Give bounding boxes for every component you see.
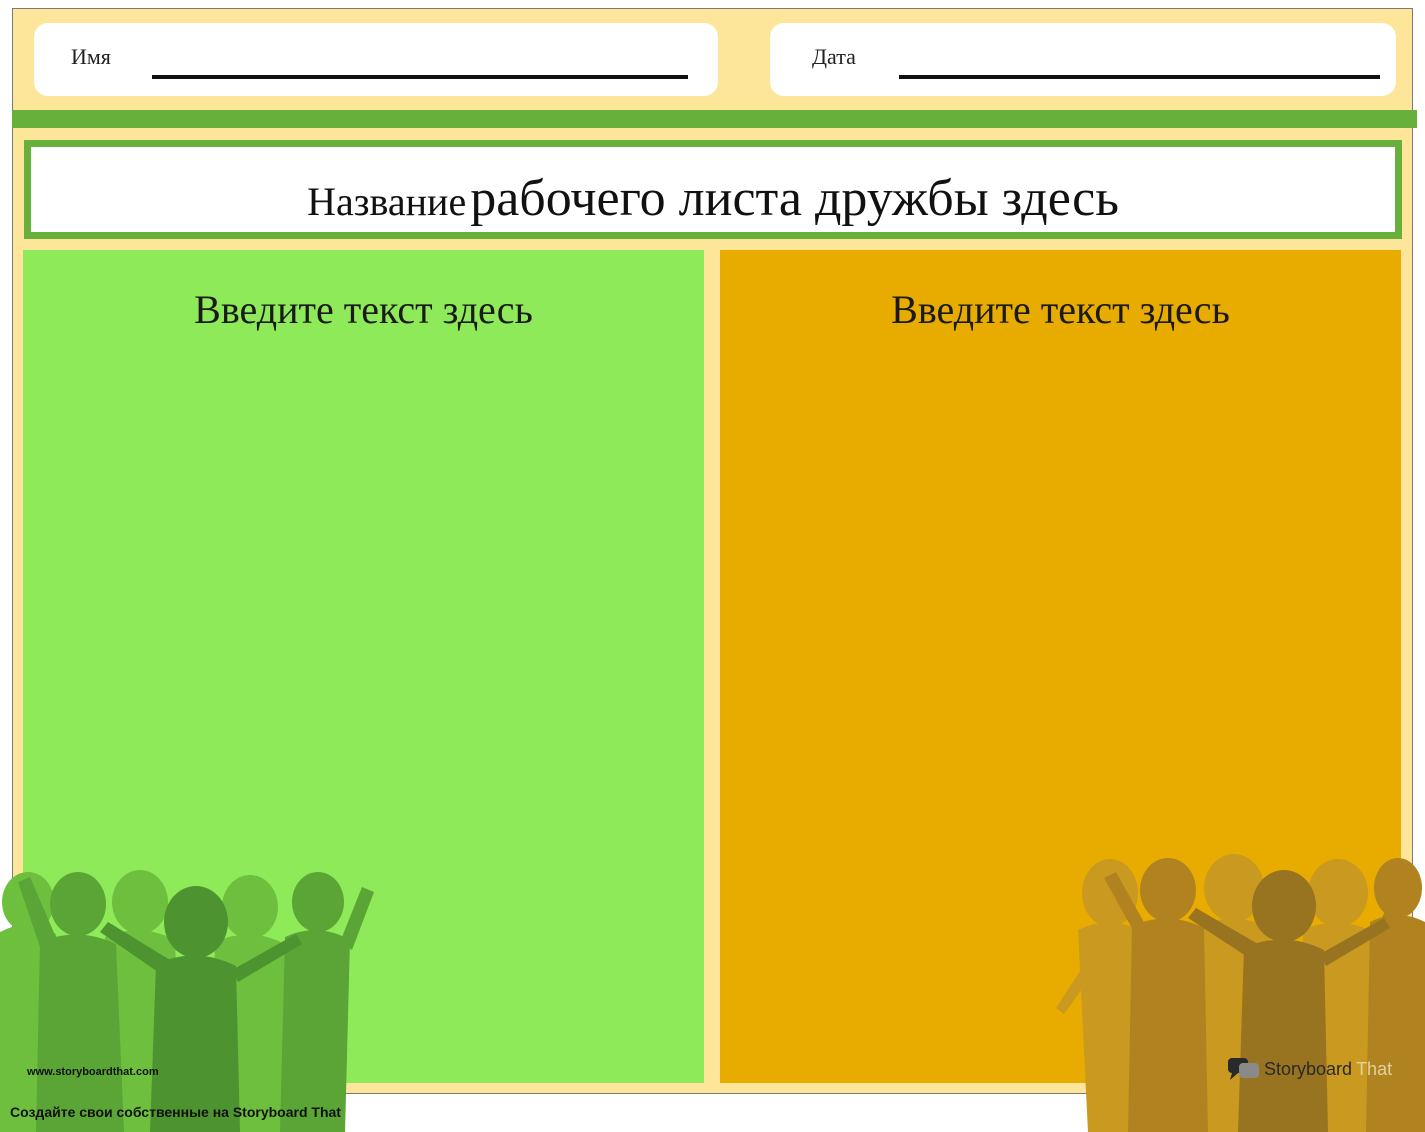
title-part-1: Название <box>307 179 467 224</box>
name-label: Имя <box>71 44 111 69</box>
storyboardthat-logo[interactable]: Storyboard That <box>1228 1057 1392 1081</box>
logo-word-that: That <box>1356 1058 1393 1079</box>
date-write-line[interactable] <box>899 75 1380 79</box>
title-part-2: рабочего листа дружбы здесь <box>470 170 1119 227</box>
left-panel-heading[interactable]: Введите текст здесь <box>23 286 704 333</box>
worksheet-title: Название рабочего листа дружбы здесь <box>307 173 1119 225</box>
date-field-box[interactable]: Дата <box>770 23 1396 96</box>
footer-credit[interactable]: Создайте свои собственные на Storyboard … <box>10 1104 341 1120</box>
right-panel-heading[interactable]: Введите текст здесь <box>720 286 1401 333</box>
footer-url[interactable]: www.storyboardthat.com <box>27 1066 159 1078</box>
name-write-line[interactable] <box>152 75 688 79</box>
friends-crowd-illustration-right <box>1056 854 1425 1132</box>
name-field-box[interactable]: Имя <box>34 23 718 96</box>
header-divider-bar <box>12 110 1417 128</box>
logo-word-storyboard: Storyboard <box>1264 1058 1353 1079</box>
speech-bubbles-icon <box>1228 1058 1259 1080</box>
date-label: Дата <box>812 44 856 69</box>
title-box[interactable]: Название рабочего листа дружбы здесь <box>24 140 1402 239</box>
friends-crowd-illustration-left <box>0 870 374 1132</box>
